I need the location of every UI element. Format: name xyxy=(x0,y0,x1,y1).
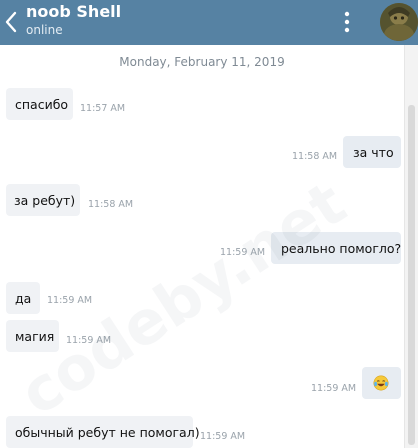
message-text: обычный ребут не помогал) xyxy=(15,425,200,440)
incoming-message[interactable]: за ребут) xyxy=(6,184,80,216)
message-time: 11:59 AM xyxy=(220,247,266,258)
avatar[interactable] xyxy=(380,3,418,41)
chat-status: online xyxy=(26,23,63,37)
message-text: спасибо xyxy=(15,97,69,112)
message-text: за что xyxy=(353,145,394,160)
message-text: за ребут) xyxy=(14,193,76,208)
message-time: 11:58 AM xyxy=(88,199,134,210)
incoming-message[interactable]: магия xyxy=(6,320,59,352)
message-time: 11:58 AM xyxy=(292,151,338,162)
chat-window: noob Shell online Monday, February 11, 2… xyxy=(0,0,418,448)
message-time: 11:57 AM xyxy=(80,103,126,114)
message-time: 11:59 AM xyxy=(200,431,246,442)
scrollbar-thumb[interactable] xyxy=(408,105,415,445)
date-separator: Monday, February 11, 2019 xyxy=(119,55,285,69)
outgoing-message[interactable]: за что xyxy=(343,136,401,168)
chat-title[interactable]: noob Shell xyxy=(26,2,121,22)
more-vertical-icon[interactable] xyxy=(338,8,356,36)
message-time: 11:59 AM xyxy=(311,383,357,394)
incoming-message[interactable]: спасибо xyxy=(6,88,73,120)
outgoing-message[interactable]: реально помогло? xyxy=(271,232,401,264)
outgoing-message[interactable] xyxy=(362,367,401,399)
message-time: 11:59 AM xyxy=(47,295,93,306)
message-time: 11:59 AM xyxy=(66,335,112,346)
chat-header: noob Shell online xyxy=(0,0,418,45)
incoming-message[interactable]: да xyxy=(6,282,40,314)
scrollbar[interactable] xyxy=(404,45,418,448)
face-with-tears-of-joy-icon xyxy=(373,375,389,391)
chevron-left-icon[interactable] xyxy=(4,10,18,34)
message-text: магия xyxy=(15,329,55,344)
message-text: реально помогло? xyxy=(281,241,402,256)
message-text: да xyxy=(15,291,32,306)
incoming-message[interactable]: обычный ребут не помогал) xyxy=(6,416,200,448)
